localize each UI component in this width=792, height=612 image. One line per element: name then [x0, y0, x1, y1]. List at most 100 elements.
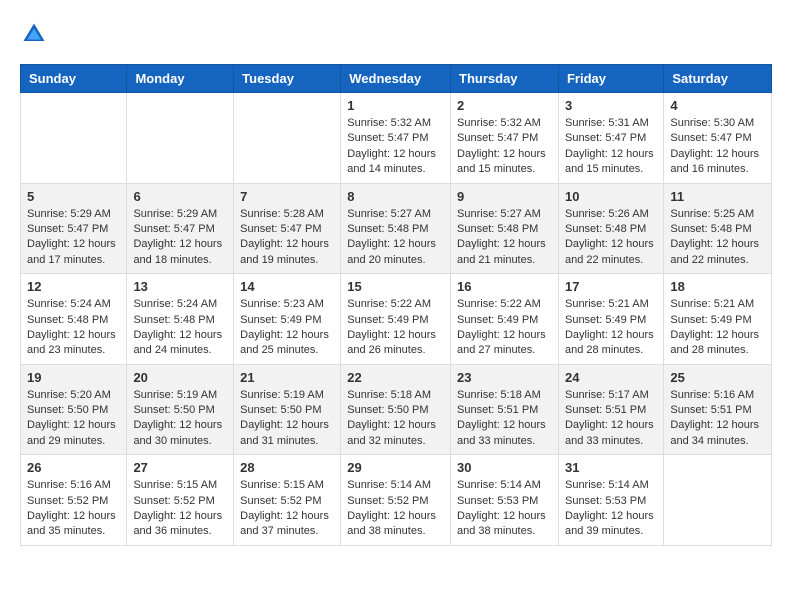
day-number: 9: [457, 189, 552, 204]
calendar-cell: 28 Sunrise: 5:15 AMSunset: 5:52 PMDayligh…: [234, 455, 341, 546]
day-number: 2: [457, 98, 552, 113]
calendar-body: 1 Sunrise: 5:32 AMSunset: 5:47 PMDaylight…: [21, 93, 772, 546]
calendar-cell: 3 Sunrise: 5:31 AMSunset: 5:47 PMDaylight…: [558, 93, 663, 184]
day-info: Sunrise: 5:28 AMSunset: 5:47 PMDaylight:…: [240, 207, 334, 269]
day-number: 18: [670, 279, 765, 294]
day-number: 26: [27, 460, 120, 475]
calendar-cell: 20Sunrise: 5:19 AMSunset: 5:50 PMDayligh…: [127, 364, 234, 455]
day-number: 7: [240, 189, 334, 204]
day-info: Sunrise: 5:20 AMSunset: 5:50 PMDaylight:…: [27, 388, 120, 450]
calendar-cell: [664, 455, 772, 546]
calendar-header-sunday: Sunday: [21, 65, 127, 93]
calendar-cell: [21, 93, 127, 184]
day-info: Sunrise: 5:18 AMSunset: 5:50 PMDaylight:…: [347, 388, 444, 450]
day-info: Sunrise: 5:30 AMSunset: 5:47 PMDaylight:…: [670, 116, 765, 178]
day-number: 30: [457, 460, 552, 475]
calendar-cell: 23 Sunrise: 5:18 AMSunset: 5:51 PMDayligh…: [451, 364, 559, 455]
calendar-cell: 4 Sunrise: 5:30 AMSunset: 5:47 PMDaylight…: [664, 93, 772, 184]
calendar-cell: 19Sunrise: 5:20 AMSunset: 5:50 PMDayligh…: [21, 364, 127, 455]
calendar-cell: 10Sunrise: 5:26 AMSunset: 5:48 PMDayligh…: [558, 183, 663, 274]
day-number: 13: [133, 279, 227, 294]
calendar-cell: 11 Sunrise: 5:25 AMSunset: 5:48 PMDayligh…: [664, 183, 772, 274]
calendar-table: SundayMondayTuesdayWednesdayThursdayFrid…: [20, 64, 772, 546]
calendar-cell: 1 Sunrise: 5:32 AMSunset: 5:47 PMDaylight…: [341, 93, 451, 184]
day-number: 8: [347, 189, 444, 204]
calendar-week-5: 26 Sunrise: 5:16 AMSunset: 5:52 PMDayligh…: [21, 455, 772, 546]
calendar-cell: [127, 93, 234, 184]
day-number: 6: [133, 189, 227, 204]
calendar-cell: 18 Sunrise: 5:21 AMSunset: 5:49 PMDayligh…: [664, 274, 772, 365]
day-number: 29: [347, 460, 444, 475]
day-number: 17: [565, 279, 657, 294]
day-number: 23: [457, 370, 552, 385]
calendar-header-monday: Monday: [127, 65, 234, 93]
day-number: 3: [565, 98, 657, 113]
calendar-cell: 9 Sunrise: 5:27 AMSunset: 5:48 PMDaylight…: [451, 183, 559, 274]
calendar-header-tuesday: Tuesday: [234, 65, 341, 93]
day-info: Sunrise: 5:17 AMSunset: 5:51 PMDaylight:…: [565, 388, 657, 450]
day-info: Sunrise: 5:27 AMSunset: 5:48 PMDaylight:…: [457, 207, 552, 269]
calendar-header-row: SundayMondayTuesdayWednesdayThursdayFrid…: [21, 65, 772, 93]
calendar-cell: 30 Sunrise: 5:14 AMSunset: 5:53 PMDayligh…: [451, 455, 559, 546]
page-header: [20, 20, 772, 48]
calendar-cell: 12Sunrise: 5:24 AMSunset: 5:48 PMDayligh…: [21, 274, 127, 365]
calendar-cell: 8 Sunrise: 5:27 AMSunset: 5:48 PMDaylight…: [341, 183, 451, 274]
calendar-week-1: 1 Sunrise: 5:32 AMSunset: 5:47 PMDaylight…: [21, 93, 772, 184]
calendar-cell: 5 Sunrise: 5:29 AMSunset: 5:47 PMDaylight…: [21, 183, 127, 274]
day-info: Sunrise: 5:15 AMSunset: 5:52 PMDaylight:…: [133, 478, 227, 540]
calendar-week-3: 12Sunrise: 5:24 AMSunset: 5:48 PMDayligh…: [21, 274, 772, 365]
calendar-cell: [234, 93, 341, 184]
calendar-cell: 29 Sunrise: 5:14 AMSunset: 5:52 PMDayligh…: [341, 455, 451, 546]
day-number: 15: [347, 279, 444, 294]
day-info: Sunrise: 5:14 AMSunset: 5:53 PMDaylight:…: [457, 478, 552, 540]
calendar-week-2: 5 Sunrise: 5:29 AMSunset: 5:47 PMDaylight…: [21, 183, 772, 274]
day-number: 14: [240, 279, 334, 294]
day-number: 1: [347, 98, 444, 113]
day-info: Sunrise: 5:24 AMSunset: 5:48 PMDaylight:…: [27, 297, 120, 359]
day-info: Sunrise: 5:32 AMSunset: 5:47 PMDaylight:…: [457, 116, 552, 178]
calendar-header-thursday: Thursday: [451, 65, 559, 93]
day-number: 10: [565, 189, 657, 204]
day-info: Sunrise: 5:32 AMSunset: 5:47 PMDaylight:…: [347, 116, 444, 178]
calendar-cell: 31Sunrise: 5:14 AMSunset: 5:53 PMDayligh…: [558, 455, 663, 546]
calendar-cell: 17 Sunrise: 5:21 AMSunset: 5:49 PMDayligh…: [558, 274, 663, 365]
calendar-cell: 16Sunrise: 5:22 AMSunset: 5:49 PMDayligh…: [451, 274, 559, 365]
calendar-cell: 2 Sunrise: 5:32 AMSunset: 5:47 PMDaylight…: [451, 93, 559, 184]
day-number: 5: [27, 189, 120, 204]
day-number: 27: [133, 460, 227, 475]
calendar-cell: 27 Sunrise: 5:15 AMSunset: 5:52 PMDayligh…: [127, 455, 234, 546]
day-info: Sunrise: 5:22 AMSunset: 5:49 PMDaylight:…: [457, 297, 552, 359]
day-number: 20: [133, 370, 227, 385]
day-number: 4: [670, 98, 765, 113]
day-info: Sunrise: 5:16 AMSunset: 5:52 PMDaylight:…: [27, 478, 120, 540]
day-info: Sunrise: 5:29 AMSunset: 5:47 PMDaylight:…: [27, 207, 120, 269]
day-number: 28: [240, 460, 334, 475]
day-info: Sunrise: 5:25 AMSunset: 5:48 PMDaylight:…: [670, 207, 765, 269]
day-info: Sunrise: 5:21 AMSunset: 5:49 PMDaylight:…: [565, 297, 657, 359]
calendar-cell: 7 Sunrise: 5:28 AMSunset: 5:47 PMDaylight…: [234, 183, 341, 274]
day-info: Sunrise: 5:15 AMSunset: 5:52 PMDaylight:…: [240, 478, 334, 540]
calendar-cell: 21 Sunrise: 5:19 AMSunset: 5:50 PMDayligh…: [234, 364, 341, 455]
day-info: Sunrise: 5:14 AMSunset: 5:52 PMDaylight:…: [347, 478, 444, 540]
day-info: Sunrise: 5:19 AMSunset: 5:50 PMDaylight:…: [240, 388, 334, 450]
day-info: Sunrise: 5:18 AMSunset: 5:51 PMDaylight:…: [457, 388, 552, 450]
day-number: 22: [347, 370, 444, 385]
day-number: 21: [240, 370, 334, 385]
day-number: 25: [670, 370, 765, 385]
day-info: Sunrise: 5:24 AMSunset: 5:48 PMDaylight:…: [133, 297, 227, 359]
calendar-cell: 15Sunrise: 5:22 AMSunset: 5:49 PMDayligh…: [341, 274, 451, 365]
calendar-header-saturday: Saturday: [664, 65, 772, 93]
day-info: Sunrise: 5:27 AMSunset: 5:48 PMDaylight:…: [347, 207, 444, 269]
day-number: 11: [670, 189, 765, 204]
day-number: 31: [565, 460, 657, 475]
day-info: Sunrise: 5:21 AMSunset: 5:49 PMDaylight:…: [670, 297, 765, 359]
calendar-cell: 14Sunrise: 5:23 AMSunset: 5:49 PMDayligh…: [234, 274, 341, 365]
calendar-cell: 6Sunrise: 5:29 AMSunset: 5:47 PMDaylight…: [127, 183, 234, 274]
calendar-week-4: 19Sunrise: 5:20 AMSunset: 5:50 PMDayligh…: [21, 364, 772, 455]
logo-icon: [20, 20, 48, 48]
calendar-cell: 24Sunrise: 5:17 AMSunset: 5:51 PMDayligh…: [558, 364, 663, 455]
calendar-cell: 13 Sunrise: 5:24 AMSunset: 5:48 PMDayligh…: [127, 274, 234, 365]
calendar-cell: 25Sunrise: 5:16 AMSunset: 5:51 PMDayligh…: [664, 364, 772, 455]
calendar-header-wednesday: Wednesday: [341, 65, 451, 93]
day-info: Sunrise: 5:31 AMSunset: 5:47 PMDaylight:…: [565, 116, 657, 178]
